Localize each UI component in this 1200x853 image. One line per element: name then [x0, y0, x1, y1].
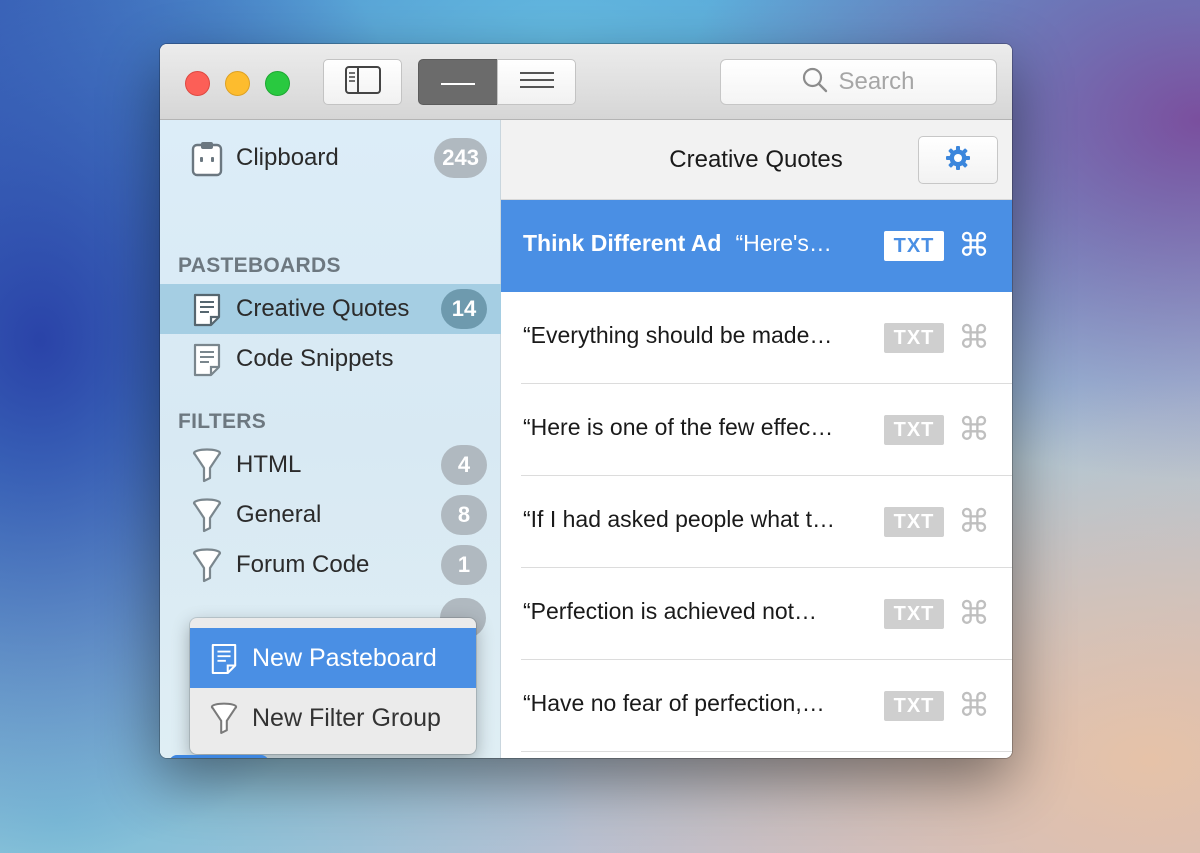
sidebar-toggle-button[interactable]: [323, 59, 402, 105]
add-button-focus-ring: +: [169, 755, 269, 758]
sidebar-item-general[interactable]: General 8: [160, 490, 501, 540]
list-header: Creative Quotes: [501, 120, 1012, 200]
type-badge: TXT: [884, 323, 944, 353]
sidebar-item-label: HTML: [236, 451, 302, 478]
command-key-icon: ⌘: [958, 410, 990, 448]
title-bar: Search: [160, 44, 1012, 120]
sidebar-toggle-icon: [344, 65, 381, 99]
row-divider: [521, 751, 1012, 752]
single-line-view-icon: [441, 73, 475, 91]
settings-button[interactable]: [918, 136, 998, 184]
menu-item-new-pasteboard[interactable]: New Pasteboard: [190, 628, 476, 688]
pasteboard-icon: [190, 342, 224, 378]
minimize-window-button[interactable]: [225, 71, 250, 96]
close-window-button[interactable]: [185, 71, 210, 96]
count-badge: 14: [441, 289, 487, 329]
count-badge: 243: [434, 138, 487, 178]
sidebar-item-label: Clipboard: [236, 144, 339, 171]
count-badge: 8: [441, 495, 487, 535]
clip-row[interactable]: “Here is one of the few effec… TXT ⌘: [501, 384, 1012, 476]
clip-row[interactable]: “If I had asked people what t… TXT ⌘: [501, 476, 1012, 568]
pasteboards-section-header: PASTEBOARDS: [178, 254, 341, 277]
clipboard-icon: [190, 141, 224, 177]
clip-title: Think Different Ad: [523, 230, 722, 256]
command-key-icon: ⌘: [958, 318, 990, 356]
sidebar-item-code-snippets[interactable]: Code Snippets: [160, 334, 501, 384]
type-badge: TXT: [884, 599, 944, 629]
pasteboard-icon: [190, 292, 224, 328]
gear-icon: [945, 145, 971, 176]
sidebar-item-label: General: [236, 501, 322, 528]
multi-line-view-icon: [519, 71, 554, 94]
search-placeholder: Search: [838, 68, 915, 95]
sidebar-item-label: Forum Code: [236, 551, 370, 578]
search-field[interactable]: Search: [720, 59, 997, 105]
sidebar-item-forum-code[interactable]: Forum Code 1: [160, 540, 501, 590]
sidebar: Clipboard 243 PASTEBOARDS Creative Quote…: [160, 120, 501, 758]
sidebar-item-creative-quotes[interactable]: Creative Quotes 14: [160, 284, 501, 334]
filter-icon: [190, 448, 224, 484]
search-icon: [802, 67, 828, 98]
count-badge: 1: [441, 545, 487, 585]
zoom-window-button[interactable]: [265, 71, 290, 96]
menu-item-label: New Filter Group: [252, 703, 441, 732]
command-key-icon: ⌘: [958, 594, 990, 632]
command-key-icon: ⌘: [958, 686, 990, 724]
clip-preview: “Everything should be made…: [523, 322, 833, 348]
pasteboard-icon: [208, 642, 240, 676]
filter-icon: [190, 498, 224, 534]
sidebar-item-clipboard[interactable]: Clipboard 243: [160, 133, 501, 183]
app-window: Search Clipboard 243 PASTEBOARDS Creativ…: [160, 44, 1012, 758]
single-line-view-button[interactable]: [418, 59, 498, 105]
clip-row[interactable]: “Everything should be made… TXT ⌘: [501, 292, 1012, 384]
clip-preview: “Here is one of the few effec…: [523, 414, 834, 440]
sidebar-item-label: Creative Quotes: [236, 295, 410, 322]
menu-item-label: New Pasteboard: [252, 643, 437, 672]
add-menu-popup: New Pasteboard New Filter Group: [190, 618, 476, 754]
command-key-icon: ⌘: [958, 226, 990, 264]
command-key-icon: ⌘: [958, 502, 990, 540]
clip-list-panel: Creative Quotes Think Different Ad “Here…: [501, 120, 1012, 758]
clip-preview: “Here's…: [735, 230, 832, 256]
type-badge: TXT: [884, 231, 944, 261]
sidebar-item-label: Code Snippets: [236, 345, 394, 372]
clip-row[interactable]: “Perfection is achieved not… TXT ⌘: [501, 568, 1012, 660]
clip-preview: “Have no fear of perfection,…: [523, 690, 825, 716]
clip-preview: “Perfection is achieved not…: [523, 598, 818, 624]
filter-icon: [190, 548, 224, 584]
filter-icon: [208, 702, 240, 736]
type-badge: TXT: [884, 691, 944, 721]
type-badge: TXT: [884, 507, 944, 537]
clip-row[interactable]: Think Different Ad “Here's… TXT ⌘: [501, 200, 1012, 292]
clip-preview: “If I had asked people what t…: [523, 506, 835, 532]
filters-section-header: FILTERS: [178, 410, 267, 433]
multi-line-view-button[interactable]: [497, 59, 576, 105]
menu-item-new-filter-group[interactable]: New Filter Group: [190, 688, 476, 748]
count-badge: 4: [441, 445, 487, 485]
clip-row[interactable]: “Have no fear of perfection,… TXT ⌘: [501, 660, 1012, 752]
type-badge: TXT: [884, 415, 944, 445]
sidebar-item-html[interactable]: HTML 4: [160, 440, 501, 490]
